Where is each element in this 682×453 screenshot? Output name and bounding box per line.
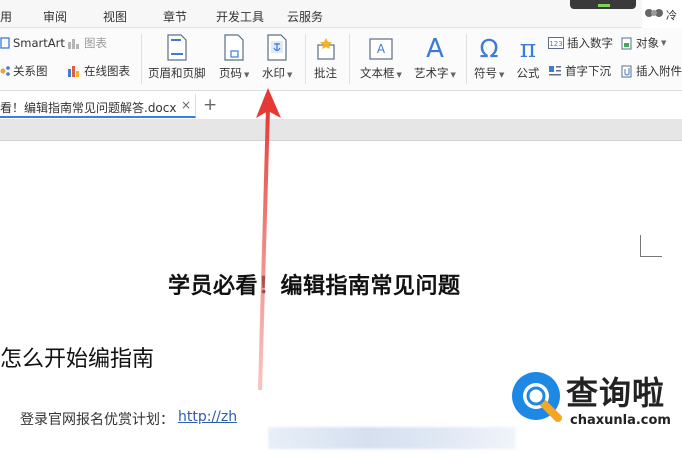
- formula-button[interactable]: π 公式: [516, 31, 540, 81]
- relation-chart-button[interactable]: 关系图: [0, 62, 48, 80]
- smartart-label: SmartArt: [13, 36, 65, 50]
- document-tab-bar: 看！编辑指南常见问题解答.docx × +: [0, 92, 682, 120]
- ribbon-separator: [305, 34, 306, 84]
- watermark-logo: 查询啦 chaxunla.com: [508, 366, 678, 446]
- document-title: 学员必看！编辑指南常见问题: [168, 274, 461, 299]
- header-footer-icon: [167, 34, 187, 61]
- page-margin-marker: [640, 235, 662, 257]
- wordart-label: 艺术字 ▼: [414, 66, 456, 80]
- user-name: 冷: [666, 9, 677, 22]
- ribbon-separator: [466, 34, 467, 84]
- insert-number-label: 插入数字: [567, 36, 613, 50]
- svg-text:π: π: [520, 34, 536, 61]
- number-icon: 123: [548, 37, 564, 49]
- registration-link[interactable]: http://zh: [178, 409, 237, 429]
- svg-text:123: 123: [549, 40, 562, 48]
- logo-domain: chaxunla.com: [570, 413, 671, 428]
- object-label: 对象: [636, 36, 659, 50]
- window-status-bar: [570, 0, 636, 9]
- menu-item-view[interactable]: 视图: [103, 8, 127, 25]
- magnifier-logo-icon: [512, 372, 562, 422]
- registration-line: 登录官网报名优赏计划： http://zh: [20, 409, 237, 429]
- page-number-label: 页码 ▼: [219, 66, 250, 80]
- relation-label: 关系图: [13, 64, 48, 78]
- online-chart-icon: [68, 65, 79, 77]
- insert-attachment-label: 插入附件: [636, 64, 682, 78]
- textbox-icon: A: [369, 38, 393, 60]
- formula-label: 公式: [516, 66, 540, 80]
- new-tab-button[interactable]: +: [203, 95, 217, 115]
- comment-icon: [316, 38, 335, 60]
- menu-item-section[interactable]: 章节: [163, 8, 187, 25]
- caret-down-icon: ▼: [661, 39, 667, 47]
- document-tab[interactable]: 看！编辑指南常见问题解答.docx ×: [0, 94, 196, 118]
- caret-down-icon: ▼: [396, 71, 402, 79]
- document-heading: 怎么开始编指南: [0, 347, 155, 372]
- watermark-label: 水印 ▼: [262, 66, 293, 80]
- object-icon: [621, 37, 632, 49]
- symbol-label: 符号 ▼: [474, 66, 505, 80]
- page-number-icon: [224, 34, 244, 61]
- chart-icon: [68, 39, 79, 49]
- user-area[interactable]: 冷: [642, 0, 682, 28]
- relation-icon: [0, 66, 10, 76]
- wordart-button[interactable]: A 艺术字 ▼: [414, 31, 456, 81]
- menu-item-review[interactable]: 审阅: [43, 8, 67, 25]
- watermark-button[interactable]: 水印 ▼: [262, 31, 292, 81]
- comment-label: 批注: [314, 66, 337, 80]
- omega-icon: Ω: [480, 34, 499, 61]
- comment-button[interactable]: 批注: [314, 31, 337, 81]
- pi-icon: π: [520, 34, 536, 61]
- object-button[interactable]: 对象 ▼: [621, 34, 666, 52]
- textbox-label: 文本框 ▼: [360, 66, 402, 80]
- insert-number-button[interactable]: 123 插入数字: [548, 34, 613, 52]
- caret-down-icon: ▼: [450, 71, 456, 79]
- registration-label: 登录官网报名优赏计划：: [20, 412, 174, 428]
- status-indicator: [598, 4, 610, 7]
- document-tab-title: 看！编辑指南常见问题解答.docx: [0, 101, 177, 115]
- header-footer-button[interactable]: 页眉和页脚: [148, 31, 206, 81]
- svg-text:A: A: [377, 42, 386, 56]
- attachment-icon: [621, 65, 632, 77]
- ribbon-toolbar: SmartArt 图表 关系图 在线图表 页眉和页脚 页码 ▼ 水印 ▼ 批注 …: [0, 28, 682, 91]
- skin-icon: [645, 9, 663, 17]
- header-footer-label: 页眉和页脚: [148, 66, 206, 80]
- online-chart-label: 在线图表: [84, 64, 130, 78]
- svg-text:A: A: [426, 34, 444, 61]
- ribbon-separator: [141, 34, 142, 84]
- menu-bar: 用 审阅 视图 章节 开发工具 云服务 冷: [0, 0, 682, 28]
- caret-down-icon: ▼: [499, 71, 505, 79]
- chart-button[interactable]: 图表: [67, 34, 107, 52]
- ribbon-separator: [349, 34, 350, 84]
- menu-item-cloud[interactable]: 云服务: [287, 8, 323, 25]
- menu-item-start[interactable]: 用: [0, 8, 12, 25]
- insert-attachment-button[interactable]: 插入附件: [621, 62, 682, 80]
- logo-name: 查询啦: [566, 374, 666, 412]
- blurred-link-region: [268, 427, 516, 449]
- drop-cap-button[interactable]: 首字下沉: [548, 62, 611, 80]
- drop-cap-icon: [549, 66, 561, 76]
- drop-cap-label: 首字下沉: [565, 64, 611, 78]
- online-chart-button[interactable]: 在线图表: [67, 62, 130, 80]
- close-icon[interactable]: ×: [181, 98, 191, 112]
- page-number-button[interactable]: 页码 ▼: [219, 31, 249, 81]
- caret-down-icon: ▼: [287, 71, 293, 79]
- symbol-button[interactable]: Ω 符号 ▼: [474, 31, 504, 81]
- watermark-icon: [267, 34, 287, 61]
- menu-item-developer[interactable]: 开发工具: [216, 8, 264, 25]
- chart-label: 图表: [84, 36, 107, 50]
- textbox-button[interactable]: A 文本框 ▼: [360, 31, 402, 81]
- caret-down-icon: ▼: [244, 71, 250, 79]
- svg-text:Ω: Ω: [480, 34, 499, 61]
- smartart-icon: [0, 37, 10, 49]
- wordart-icon: A: [426, 34, 444, 61]
- smartart-button[interactable]: SmartArt: [0, 34, 65, 52]
